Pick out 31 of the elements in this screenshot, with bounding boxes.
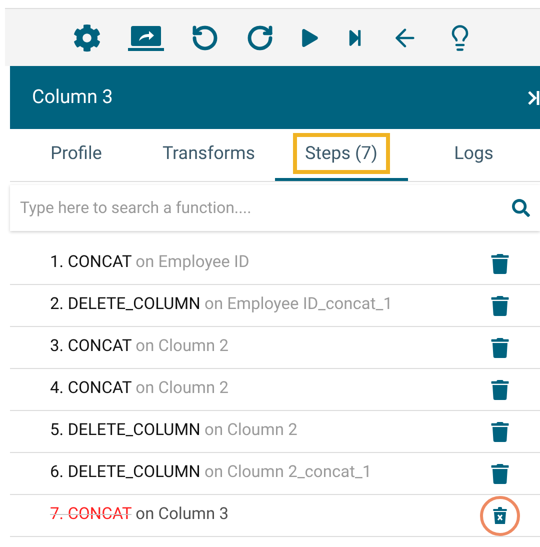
settings-icon[interactable] [73,24,101,52]
trash-icon[interactable] [490,338,510,358]
tab[interactable]: Profile [10,129,142,181]
undo-icon[interactable] [191,24,219,52]
trash-icon[interactable] [490,296,510,316]
trash-icon[interactable] [490,422,510,442]
tab-highlight: Logs [453,142,494,166]
step-text: 6. DELETE_COLUMN on Cloumn 2_concat_1 [50,462,372,484]
trash-icon[interactable] [490,254,510,274]
step-text: 1. CONCAT on Employee ID [50,252,250,274]
tab-highlight: Steps (7) [292,133,390,174]
tab[interactable]: Steps (7) [275,129,408,181]
play-icon[interactable] [301,28,319,46]
panel-title: Column 3 [32,84,113,110]
redo-icon[interactable] [246,24,274,52]
tab[interactable]: Transforms [142,129,275,181]
delete-x-icon[interactable] [492,506,508,524]
delete-button[interactable] [480,496,520,536]
step-text: 4. CONCAT on Cloumn 2 [50,378,228,400]
search-field[interactable]: Type here to search a function.... [20,196,512,220]
tab[interactable]: Logs [408,129,540,181]
tab-highlight: Transforms [161,142,256,166]
search-icon[interactable] [512,199,530,217]
laptop-share-icon[interactable] [128,24,164,50]
step-text: 5. DELETE_COLUMN on Cloumn 2 [50,420,298,442]
trash-icon[interactable] [490,464,510,484]
tab-highlight: Profile [50,142,103,166]
collapse-icon[interactable] [528,90,540,106]
trash-icon[interactable] [490,380,510,400]
step-text: 2. DELETE_COLUMN on Employee ID_concat_1 [50,294,393,316]
step-text: 3. CONCAT on Cloumn 2 [50,336,228,358]
